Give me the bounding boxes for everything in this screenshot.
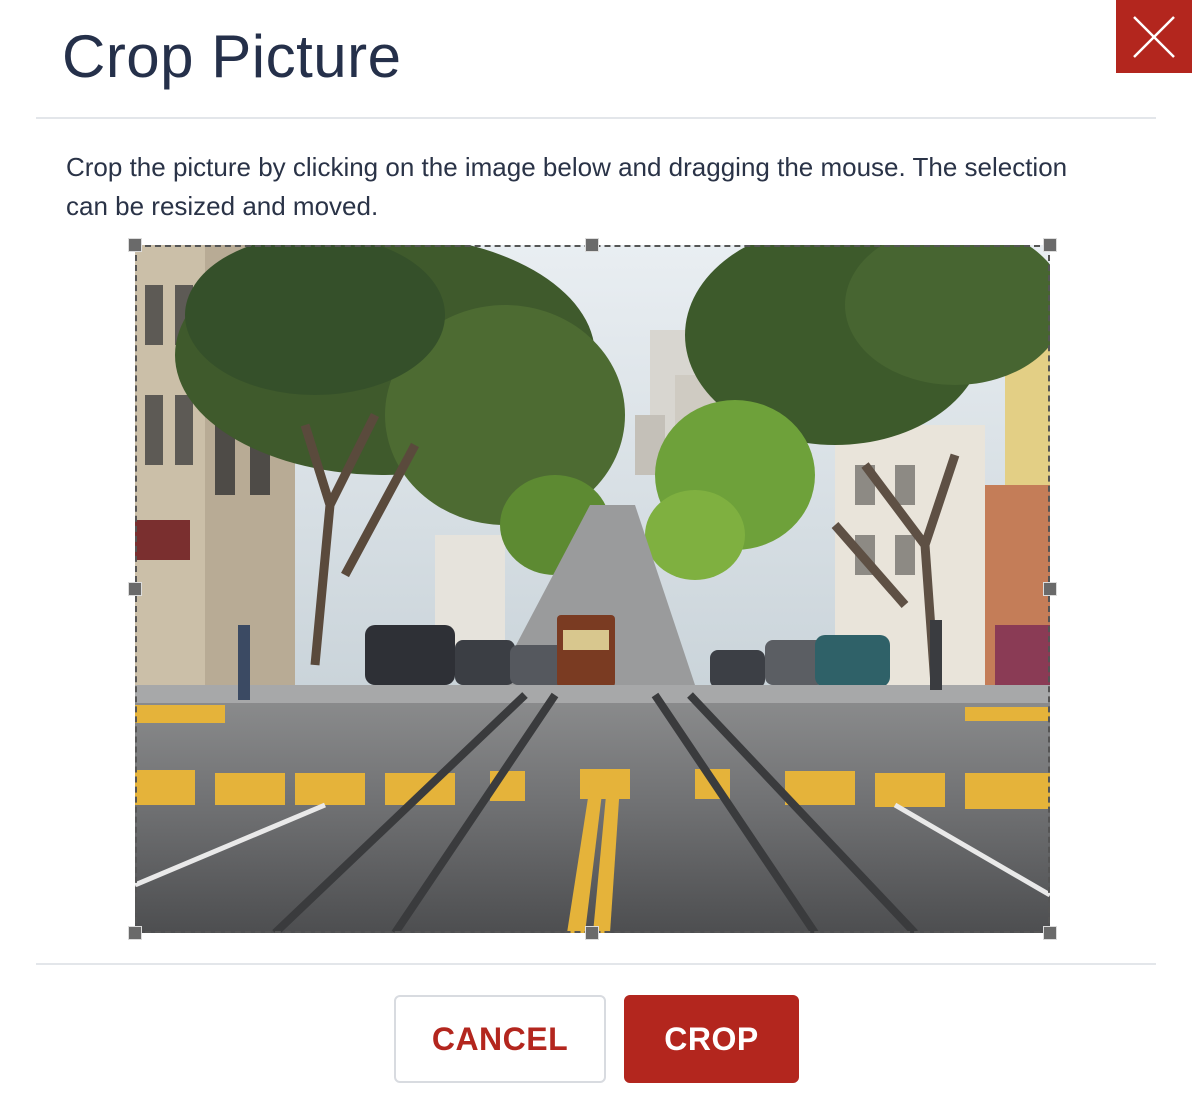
cancel-button[interactable]: CANCEL — [394, 995, 606, 1083]
crop-instructions: Crop the picture by clicking on the imag… — [66, 152, 1068, 221]
close-icon — [1133, 15, 1175, 58]
crop-handle-middle-right[interactable] — [1043, 582, 1057, 596]
close-button[interactable] — [1116, 0, 1192, 73]
crop-button[interactable]: CROP — [624, 995, 799, 1083]
crop-handle-top-left[interactable] — [128, 238, 142, 252]
crop-image-area[interactable] — [135, 245, 1050, 933]
crop-handle-bottom-left[interactable] — [128, 926, 142, 940]
street-photo-image — [135, 245, 1050, 933]
dialog-title: Crop Picture — [62, 23, 402, 90]
crop-handle-top-center[interactable] — [585, 238, 599, 252]
header-divider — [36, 117, 1156, 119]
crop-handle-top-right[interactable] — [1043, 238, 1057, 252]
crop-handle-bottom-right[interactable] — [1043, 926, 1057, 940]
crop-handle-middle-left[interactable] — [128, 582, 142, 596]
crop-handle-bottom-center[interactable] — [585, 926, 599, 940]
crop-picture-dialog: Crop Picture Crop the picture by clickin… — [0, 0, 1192, 1112]
footer-divider — [36, 963, 1156, 965]
